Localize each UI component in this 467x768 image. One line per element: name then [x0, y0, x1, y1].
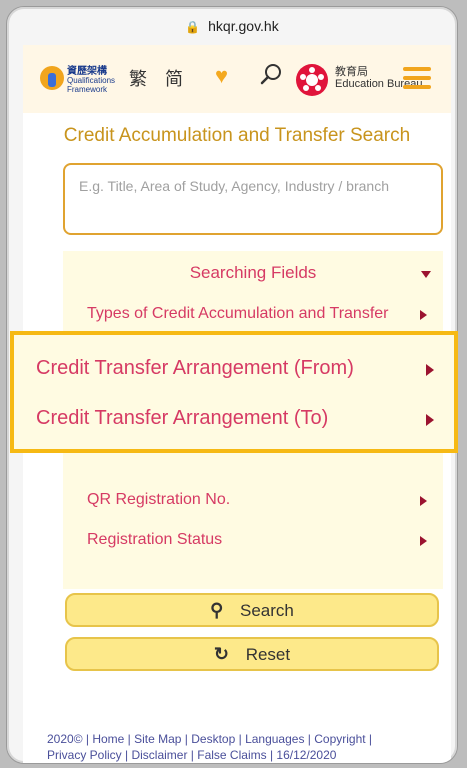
footer-line-2[interactable]: Privacy Policy | Disclaimer | False Clai… — [47, 747, 427, 763]
field-label: Types of Credit Accumulation and Transfe… — [87, 305, 389, 322]
bauhinia-icon — [296, 64, 328, 96]
search-button[interactable]: ⚲ Search — [65, 593, 439, 627]
qf-logo-text: 資歷架構 Qualifications Framework — [67, 66, 116, 95]
search-placeholder: E.g. Title, Area of Study, Agency, Indus… — [79, 178, 389, 194]
search-icon: ⚲ — [210, 600, 224, 620]
field-qr-registration-no[interactable]: QR Registration No. — [87, 491, 427, 509]
field-label: Credit Transfer Arrangement (From) — [36, 357, 354, 379]
qf-logo[interactable]: 資歷架構 Qualifications Framework — [39, 61, 119, 97]
chevron-right-icon — [420, 496, 427, 506]
qf-logo-icon — [40, 66, 64, 90]
chevron-right-icon — [420, 310, 427, 320]
chevron-right-icon — [426, 414, 434, 426]
footer-links: 2020© | Home | Site Map | Desktop | Lang… — [47, 731, 427, 763]
page-title: Credit Accumulation and Transfer Search — [63, 125, 411, 146]
reset-icon: ↻ — [213, 644, 229, 664]
site-header: 資歷架構 Qualifications Framework 繁 简 ♥ 教育局 … — [23, 45, 451, 113]
lang-traditional[interactable]: 繁 — [129, 65, 147, 91]
field-cta-from[interactable]: Credit Transfer Arrangement (From) — [36, 357, 446, 380]
reset-button-label: Reset — [245, 645, 291, 664]
lock-icon: 🔒 — [185, 20, 201, 34]
field-label: Registration Status — [87, 531, 223, 548]
search-input[interactable]: E.g. Title, Area of Study, Agency, Indus… — [63, 163, 443, 235]
chevron-right-icon — [426, 364, 434, 376]
favorite-heart-icon[interactable]: ♥ — [215, 63, 228, 89]
browser-url-bar[interactable]: 🔒 hkqr.gov.hk — [7, 7, 457, 45]
chevron-down-icon[interactable] — [421, 271, 431, 278]
hamburger-menu-icon[interactable] — [403, 67, 431, 89]
footer-line-1[interactable]: 2020© | Home | Site Map | Desktop | Lang… — [47, 731, 427, 747]
search-icon[interactable] — [259, 62, 283, 86]
highlighted-callout: Credit Transfer Arrangement (From) Credi… — [10, 331, 458, 453]
chevron-right-icon — [420, 536, 427, 546]
field-label: Credit Transfer Arrangement (To) — [36, 407, 329, 429]
field-cta-to[interactable]: Credit Transfer Arrangement (To) — [36, 407, 446, 430]
lang-simplified[interactable]: 简 — [165, 65, 183, 91]
url-text: hkqr.gov.hk — [208, 18, 279, 34]
field-registration-status[interactable]: Registration Status — [87, 531, 427, 549]
field-types-of-cat[interactable]: Types of Credit Accumulation and Transfe… — [87, 305, 427, 323]
searching-fields-header[interactable]: Searching Fields — [63, 263, 443, 283]
reset-button[interactable]: ↻ Reset — [65, 637, 439, 671]
field-label: QR Registration No. — [87, 491, 231, 508]
search-button-label: Search — [240, 601, 294, 620]
